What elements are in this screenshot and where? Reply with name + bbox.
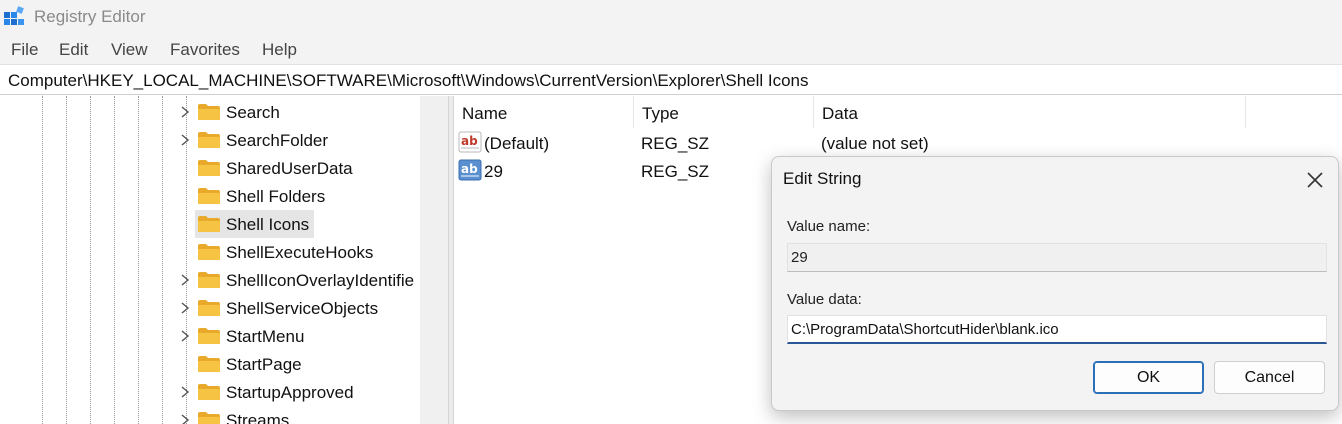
value-name: 29 bbox=[484, 162, 503, 181]
list-header: Name Type Data bbox=[454, 96, 1342, 128]
folder-icon bbox=[198, 104, 220, 120]
tree-scrollbar[interactable] bbox=[420, 96, 448, 424]
chevron-right-icon[interactable] bbox=[178, 133, 192, 147]
chevron-right-icon[interactable] bbox=[178, 413, 192, 424]
string-value-selected-icon: ab bbox=[458, 159, 482, 181]
folder-icon bbox=[198, 412, 220, 424]
tree-item-label: StartPage bbox=[226, 355, 302, 374]
tree-item[interactable]: Shell Icons bbox=[0, 210, 447, 238]
column-type[interactable]: Type bbox=[634, 96, 814, 128]
folder-icon bbox=[198, 384, 220, 400]
chevron-right-icon[interactable] bbox=[178, 385, 192, 399]
tree-item-label: SharedUserData bbox=[226, 159, 353, 178]
tree-item[interactable]: Streams bbox=[0, 406, 447, 424]
tree-item[interactable]: Shell Folders bbox=[0, 182, 447, 210]
tree-item-label: ShellServiceObjects bbox=[226, 299, 379, 318]
menu-favorites[interactable]: Favorites bbox=[170, 40, 240, 60]
tree-item-label: ShellIconOverlayIdentifie bbox=[226, 271, 415, 290]
folder-icon bbox=[198, 160, 220, 176]
title-bar: Registry Editor bbox=[0, 0, 1342, 34]
string-value-icon: ab bbox=[458, 131, 482, 153]
registry-editor-icon bbox=[4, 6, 24, 25]
tree-item[interactable]: Search bbox=[0, 98, 447, 126]
cancel-button[interactable]: Cancel bbox=[1214, 361, 1325, 394]
tree-item[interactable]: StartMenu bbox=[0, 322, 447, 350]
tree-item-label: Search bbox=[226, 103, 280, 122]
menu-file[interactable]: File bbox=[11, 40, 38, 60]
tree-item[interactable]: ShellServiceObjects bbox=[0, 294, 447, 322]
tree-item-label: ShellExecuteHooks bbox=[226, 243, 374, 262]
tree-item-label: Shell Folders bbox=[226, 187, 326, 206]
folder-icon bbox=[198, 272, 220, 288]
value-data-label: Value data: bbox=[787, 291, 862, 308]
folder-icon bbox=[198, 356, 220, 372]
value-type: REG_SZ bbox=[641, 134, 710, 153]
tree-item-label: Shell Icons bbox=[226, 215, 310, 234]
address-path[interactable]: Computer\HKEY_LOCAL_MACHINE\SOFTWARE\Mic… bbox=[8, 71, 809, 91]
column-data[interactable]: Data bbox=[814, 96, 1246, 128]
dialog-title: Edit String bbox=[783, 169, 862, 188]
menu-help[interactable]: Help bbox=[262, 40, 297, 60]
tree-item[interactable]: SearchFolder bbox=[0, 126, 447, 154]
chevron-right-icon[interactable] bbox=[178, 105, 192, 119]
folder-icon bbox=[198, 328, 220, 344]
address-bar[interactable]: Computer\HKEY_LOCAL_MACHINE\SOFTWARE\Mic… bbox=[0, 64, 1342, 95]
value-data: (value not set) bbox=[821, 134, 929, 153]
tree-item-label: Streams bbox=[226, 411, 290, 424]
tree-item[interactable]: StartPage bbox=[0, 350, 447, 378]
tree-item-label: SearchFolder bbox=[226, 131, 329, 150]
tree-item[interactable]: StartupApproved bbox=[0, 378, 447, 406]
svg-text:ab: ab bbox=[461, 134, 478, 148]
value-name-label: Value name: bbox=[787, 218, 871, 235]
value-name-field: 29 bbox=[787, 243, 1327, 272]
ok-button[interactable]: OK bbox=[1093, 361, 1204, 394]
folder-icon bbox=[198, 300, 220, 316]
folder-icon bbox=[198, 216, 220, 232]
close-icon[interactable] bbox=[1298, 165, 1332, 195]
edit-string-dialog: Edit String Value name: 29 Value data: C… bbox=[771, 156, 1339, 411]
folder-icon bbox=[198, 244, 220, 260]
tree-item[interactable]: ShellExecuteHooks bbox=[0, 238, 447, 266]
menu-bar: File Edit View Favorites Help bbox=[0, 34, 1342, 64]
value-type: REG_SZ bbox=[641, 162, 710, 181]
chevron-right-icon[interactable] bbox=[178, 329, 192, 343]
tree-item[interactable]: ShellIconOverlayIdentifie bbox=[0, 266, 447, 294]
value-name: (Default) bbox=[484, 134, 550, 153]
menu-view[interactable]: View bbox=[111, 40, 148, 60]
tree-item-label: StartupApproved bbox=[226, 383, 354, 402]
tree-item-label: StartMenu bbox=[226, 327, 305, 346]
window-title: Registry Editor bbox=[34, 7, 146, 26]
column-name[interactable]: Name bbox=[454, 96, 634, 128]
chevron-right-icon[interactable] bbox=[178, 273, 192, 287]
key-tree[interactable]: Search SearchFolder SharedUserData Shell Fo… bbox=[0, 96, 447, 424]
value-data-input[interactable]: C:\ProgramData\ShortcutHider\blank.ico bbox=[787, 315, 1327, 344]
chevron-right-icon[interactable] bbox=[178, 301, 192, 315]
value-row-default[interactable]: ab (Default) REG_SZ (value not set) bbox=[454, 129, 1342, 157]
folder-icon bbox=[198, 188, 220, 204]
svg-text:ab: ab bbox=[461, 162, 478, 176]
folder-icon bbox=[198, 132, 220, 148]
menu-edit[interactable]: Edit bbox=[59, 40, 88, 60]
tree-item[interactable]: SharedUserData bbox=[0, 154, 447, 182]
